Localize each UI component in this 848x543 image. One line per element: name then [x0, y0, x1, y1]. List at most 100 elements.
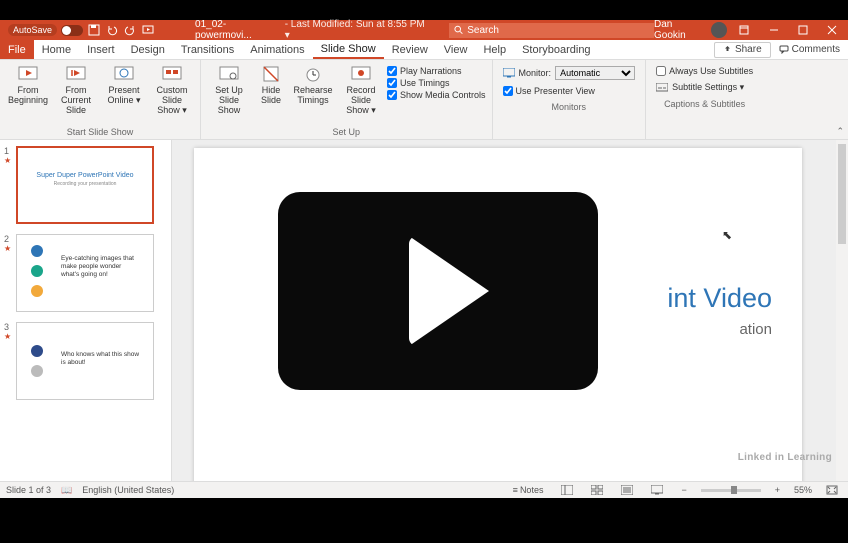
tab-home[interactable]: Home — [34, 40, 79, 59]
search-input[interactable] — [467, 25, 649, 36]
tab-storyboarding[interactable]: Storyboarding — [514, 40, 599, 59]
ribbon-tabs: File Home Insert Design Transitions Anim… — [0, 40, 848, 60]
workspace: 1★ Super Duper PowerPoint Video Recordin… — [0, 140, 848, 481]
group-captions: Always Use Subtitles Subtitle Settings ▾… — [646, 60, 763, 139]
normal-view-icon[interactable] — [557, 485, 577, 495]
tab-insert[interactable]: Insert — [79, 40, 123, 59]
slide-canvas[interactable]: int Video ation ⬉ — [194, 148, 802, 481]
linkedin-learning-watermark: Linked in Learning — [738, 452, 832, 463]
notes-button[interactable]: ≡ Notes — [509, 485, 548, 495]
group-label: Set Up — [201, 127, 492, 139]
last-modified[interactable]: - Last Modified: Sun at 8:55 PM ▾ — [285, 19, 429, 41]
save-icon[interactable] — [87, 23, 101, 37]
setup-slide-show-button[interactable]: Set Up Slide Show — [207, 64, 251, 116]
search-box[interactable] — [449, 23, 654, 38]
use-presenter-view-checkbox[interactable]: Use Presenter View — [503, 86, 636, 96]
use-timings-checkbox[interactable]: Use Timings — [387, 78, 486, 88]
status-bar: Slide 1 of 3 📖 English (United States) ≡… — [0, 481, 848, 498]
thumb-title: Super Duper PowerPoint Video — [24, 172, 146, 179]
file-name: 01_02-powermovi... — [195, 19, 281, 41]
user-name[interactable]: Dan Gookin — [654, 19, 705, 41]
thumb-number: 1 — [4, 146, 12, 156]
hide-icon — [261, 64, 281, 84]
thumb-number: 3 — [4, 322, 12, 332]
subtitle-icon — [656, 83, 668, 93]
vertical-scrollbar[interactable] — [836, 140, 848, 481]
setup-icon — [219, 64, 239, 84]
record-slide-show-button[interactable]: Record Slide Show ▾ — [339, 64, 383, 116]
share-icon — [723, 45, 732, 54]
thumb-text: Who knows what this show is about! — [61, 351, 141, 367]
globe-screen-icon — [114, 64, 134, 84]
tab-design[interactable]: Design — [123, 40, 173, 59]
slide-thumbnail-3[interactable]: Who knows what this show is about! — [16, 322, 154, 400]
hide-slide-button[interactable]: Hide Slide — [255, 64, 287, 106]
scrollbar-handle[interactable] — [838, 144, 846, 244]
tab-animations[interactable]: Animations — [242, 40, 312, 59]
subtitle-settings-button[interactable]: Subtitle Settings ▾ — [656, 82, 753, 93]
show-media-controls-checkbox[interactable]: Show Media Controls — [387, 90, 486, 100]
slide-sorter-view-icon[interactable] — [587, 485, 607, 495]
titlebar-left: AutoSave — [0, 23, 155, 37]
rehearse-timings-button[interactable]: Rehearse Timings — [291, 64, 335, 106]
redo-icon[interactable] — [123, 23, 137, 37]
ribbon: From Beginning From Current Slide Presen… — [0, 60, 848, 140]
slideshow-view-icon[interactable] — [647, 485, 667, 495]
ribbon-options-icon[interactable] — [733, 20, 756, 40]
zoom-slider[interactable] — [701, 489, 761, 492]
video-play-overlay[interactable] — [278, 192, 598, 390]
minimize-icon[interactable] — [762, 20, 785, 40]
comment-icon — [779, 45, 789, 54]
zoom-in-button[interactable]: + — [771, 485, 784, 495]
tab-slide-show[interactable]: Slide Show — [313, 40, 384, 59]
play-narrations-checkbox[interactable]: Play Narrations — [387, 66, 486, 76]
thumbnail-row: 1★ Super Duper PowerPoint Video Recordin… — [4, 146, 167, 224]
always-use-subtitles-checkbox[interactable]: Always Use Subtitles — [656, 66, 753, 76]
play-icon — [409, 236, 489, 346]
custom-slide-show-button[interactable]: Custom Slide Show ▾ — [150, 64, 194, 116]
autosave-toggle[interactable] — [61, 25, 83, 36]
comments-button[interactable]: Comments — [771, 44, 848, 55]
spell-check-icon[interactable]: 📖 — [61, 485, 72, 496]
tab-review[interactable]: Review — [384, 40, 436, 59]
thumbnail-row: 2★ Eye-catching images that make people … — [4, 234, 167, 312]
undo-icon[interactable] — [105, 23, 119, 37]
titlebar-right: Dan Gookin — [654, 19, 848, 41]
tab-help[interactable]: Help — [475, 40, 514, 59]
slide-thumbnail-1[interactable]: Super Duper PowerPoint Video Recording y… — [16, 146, 154, 224]
from-beginning-button[interactable]: From Beginning — [6, 64, 50, 106]
slide-counter[interactable]: Slide 1 of 3 — [6, 485, 51, 495]
tab-file[interactable]: File — [0, 40, 34, 59]
avatar[interactable] — [711, 22, 727, 38]
close-icon[interactable] — [821, 20, 844, 40]
monitor-select[interactable]: Automatic — [555, 66, 635, 80]
slide-thumbnail-2[interactable]: Eye-catching images that make people won… — [16, 234, 154, 312]
from-current-slide-button[interactable]: From Current Slide — [54, 64, 98, 116]
zoom-level[interactable]: 55% — [794, 485, 812, 495]
collapse-ribbon-icon[interactable]: ⌃ — [836, 126, 844, 137]
language-status[interactable]: English (United States) — [82, 485, 174, 495]
start-show-icon[interactable] — [141, 23, 155, 37]
share-button[interactable]: Share — [714, 42, 771, 58]
monitor-row: Monitor: Automatic — [503, 66, 636, 80]
monitor-icon — [503, 68, 515, 78]
reading-view-icon[interactable] — [617, 485, 637, 495]
custom-show-icon — [162, 64, 182, 84]
tab-view[interactable]: View — [436, 40, 476, 59]
tab-transitions[interactable]: Transitions — [173, 40, 242, 59]
play-screen-icon — [66, 64, 86, 84]
present-online-button[interactable]: Present Online ▾ — [102, 64, 146, 106]
slide-title-fragment: int Video — [667, 283, 772, 314]
powerpoint-window: AutoSave 01_02-powermovi... - Last Modif… — [0, 20, 848, 498]
zoom-handle[interactable] — [731, 486, 737, 494]
thumb-subtitle: Recording your presentation — [24, 181, 146, 187]
group-start-slide-show: From Beginning From Current Slide Presen… — [0, 60, 201, 139]
gray-dot-icon — [31, 365, 43, 377]
fit-to-window-icon[interactable] — [822, 485, 842, 495]
mouse-cursor-icon: ⬉ — [722, 228, 732, 242]
maximize-icon[interactable] — [791, 20, 814, 40]
thumb-text: Eye-catching images that make people won… — [61, 255, 141, 278]
zoom-out-button[interactable]: − — [677, 485, 690, 495]
group-monitors: Monitor: Automatic Use Presenter View Mo… — [493, 60, 647, 139]
setup-checkboxes: Play Narrations Use Timings Show Media C… — [387, 64, 486, 100]
